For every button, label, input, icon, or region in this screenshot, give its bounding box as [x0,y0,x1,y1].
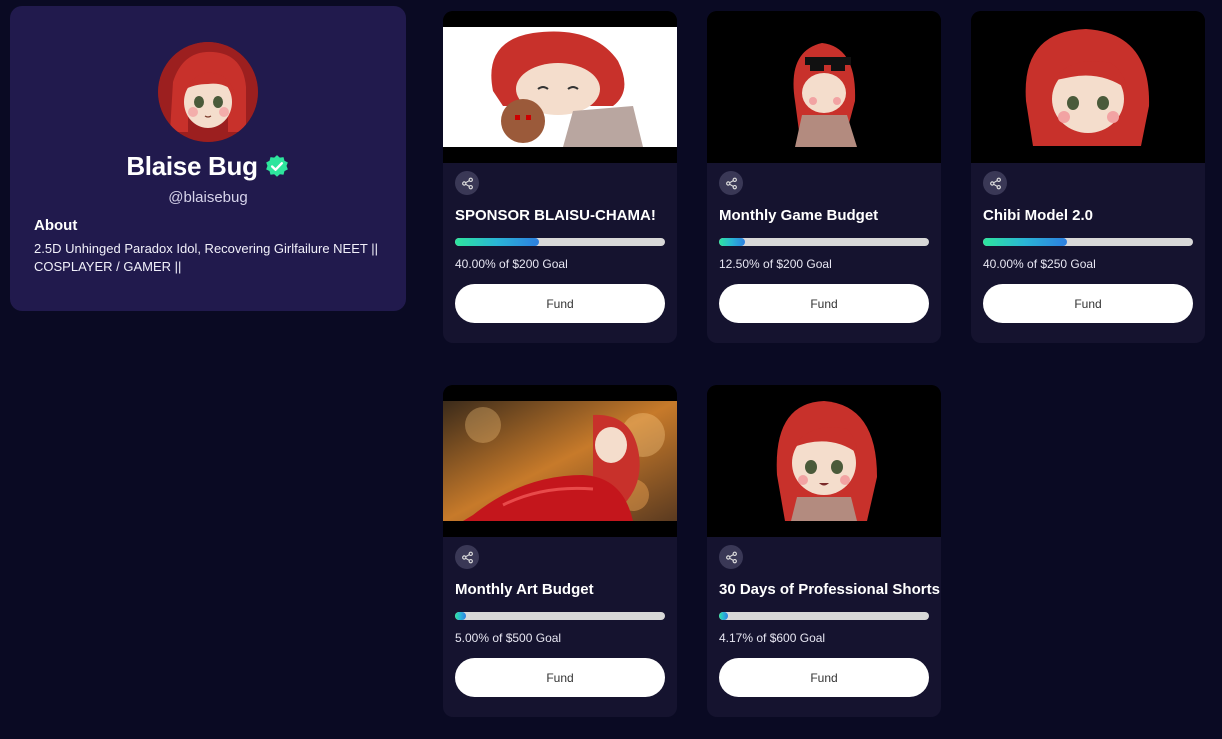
goal-title: Chibi Model 2.0 [983,207,1094,224]
about-text: 2.5D Unhinged Paradox Idol, Recovering G… [34,241,378,274]
goal-card: 30 Days of Professional Shorts 4.17% of … [707,385,941,717]
goal-title: SPONSOR BLAISU-CHAMA! [455,207,656,224]
goal-title: 30 Days of Professional Shorts [719,581,940,598]
share-icon [725,177,737,189]
about-heading: About [34,217,78,234]
goal-thumbnail [971,11,1205,163]
progress-bar [455,238,665,246]
share-button[interactable] [719,545,743,569]
goal-title: Monthly Art Budget [455,581,594,598]
goal-progress-text: 4.17% of $600 Goal [719,631,826,645]
goal-thumbnail [707,11,941,163]
profile-name: Blaise Bug [126,151,258,181]
fund-button[interactable]: Fund [719,284,929,323]
progress-fill [719,612,728,620]
goal-card: Monthly Game Budget 12.50% of $200 Goal … [707,11,941,343]
share-button[interactable] [455,545,479,569]
fund-button[interactable]: Fund [983,284,1193,323]
goal-progress-text: 12.50% of $200 Goal [719,257,832,271]
progress-fill [983,238,1067,246]
share-icon [725,551,737,563]
goal-progress-text: 40.00% of $200 Goal [455,257,568,271]
goal-card: Monthly Art Budget 5.00% of $500 Goal Fu… [443,385,677,717]
profile-handle: @blaisebug [168,189,248,206]
progress-bar [455,612,665,620]
share-button[interactable] [983,171,1007,195]
goal-title: Monthly Game Budget [719,207,879,224]
goal-thumbnail [443,11,677,163]
progress-bar [983,238,1193,246]
goal-progress-text: 5.00% of $500 Goal [455,631,562,645]
fund-button[interactable]: Fund [455,658,665,697]
goal-card: SPONSOR BLAISU-CHAMA! 40.00% of $200 Goa… [443,11,677,343]
goal-thumbnail [443,385,677,537]
progress-fill [455,238,539,246]
progress-bar [719,612,929,620]
share-button[interactable] [455,171,479,195]
goal-thumbnail [707,385,941,537]
fund-button[interactable]: Fund [719,658,929,697]
profile-name-row: Blaise Bug [10,151,406,182]
share-icon [989,177,1001,189]
fund-button[interactable]: Fund [455,284,665,323]
goal-card: Chibi Model 2.0 40.00% of $250 Goal Fund [971,11,1205,343]
share-icon [461,551,473,563]
progress-bar [719,238,929,246]
progress-fill [719,238,746,246]
avatar[interactable] [158,42,258,142]
share-button[interactable] [719,171,743,195]
profile-card: Blaise Bug @blaisebug About 2.5D Unhinge… [10,6,406,311]
progress-fill [455,612,466,620]
verified-check-icon [264,154,290,180]
goal-progress-text: 40.00% of $250 Goal [983,257,1096,271]
share-icon [461,177,473,189]
